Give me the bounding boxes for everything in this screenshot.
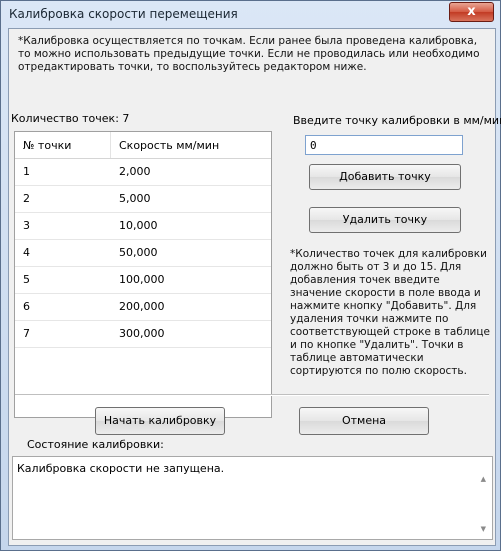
cell-point-number: 1 xyxy=(23,165,30,178)
window-title: Калибровка скорости перемещения xyxy=(9,7,238,21)
close-icon: x xyxy=(467,4,476,19)
enter-point-label: Введите точку калибровки в мм/мин xyxy=(293,114,501,127)
cell-speed: 100,000 xyxy=(119,273,165,286)
status-textarea[interactable]: Калибровка скорости не запущена. ▲ ▼ xyxy=(12,456,493,540)
separator xyxy=(15,394,489,396)
start-calibration-button[interactable]: Начать калибровку xyxy=(95,407,225,435)
delete-point-button[interactable]: Удалить точку xyxy=(309,207,461,233)
right-note: *Количество точек для калибровки должно … xyxy=(290,248,490,377)
add-point-button[interactable]: Добавить точку xyxy=(309,164,461,190)
header-point-number[interactable]: № точки xyxy=(15,132,111,158)
header-speed[interactable]: Скорость мм/мин xyxy=(111,132,269,158)
top-note: *Калибровка осуществляется по точкам. Ес… xyxy=(18,35,480,73)
table-row[interactable]: 2 5,000 xyxy=(15,186,271,213)
cell-point-number: 6 xyxy=(23,300,30,313)
table-row[interactable]: 3 10,000 xyxy=(15,213,271,240)
cell-speed: 2,000 xyxy=(119,165,151,178)
status-text: Калибровка скорости не запущена. xyxy=(17,462,225,475)
cell-speed: 200,000 xyxy=(119,300,165,313)
table-row[interactable]: 4 50,000 xyxy=(15,240,271,267)
table-row[interactable]: 6 200,000 xyxy=(15,294,271,321)
table-header: № точки Скорость мм/мин xyxy=(15,132,271,159)
table-row[interactable]: 7 300,000 xyxy=(15,321,271,348)
scroll-up-icon[interactable]: ▲ xyxy=(481,475,486,483)
table-row[interactable]: 5 100,000 xyxy=(15,267,271,294)
scroll-down-icon[interactable]: ▼ xyxy=(481,525,486,533)
cell-speed: 300,000 xyxy=(119,327,165,340)
speed-input[interactable] xyxy=(305,135,463,155)
points-count-label: Количество точек: 7 xyxy=(11,112,130,125)
cell-speed: 5,000 xyxy=(119,192,151,205)
cell-point-number: 2 xyxy=(23,192,30,205)
cell-speed: 10,000 xyxy=(119,219,158,232)
title-bar[interactable]: Калибровка скорости перемещения x xyxy=(1,1,500,27)
cell-point-number: 7 xyxy=(23,327,30,340)
table-row[interactable]: 1 2,000 xyxy=(15,159,271,186)
cell-point-number: 4 xyxy=(23,246,30,259)
dialog-body: *Калибровка осуществляется по точкам. Ес… xyxy=(8,28,501,546)
cell-speed: 50,000 xyxy=(119,246,158,259)
cell-point-number: 5 xyxy=(23,273,30,286)
points-table[interactable]: № точки Скорость мм/мин 1 2,000 2 5,000 … xyxy=(14,131,272,418)
cell-point-number: 3 xyxy=(23,219,30,232)
cancel-button[interactable]: Отмена xyxy=(299,407,429,435)
calibration-window: Калибровка скорости перемещения x *Калиб… xyxy=(0,0,501,551)
status-label: Состояние калибровки: xyxy=(27,438,164,451)
close-button[interactable]: x xyxy=(449,2,494,22)
